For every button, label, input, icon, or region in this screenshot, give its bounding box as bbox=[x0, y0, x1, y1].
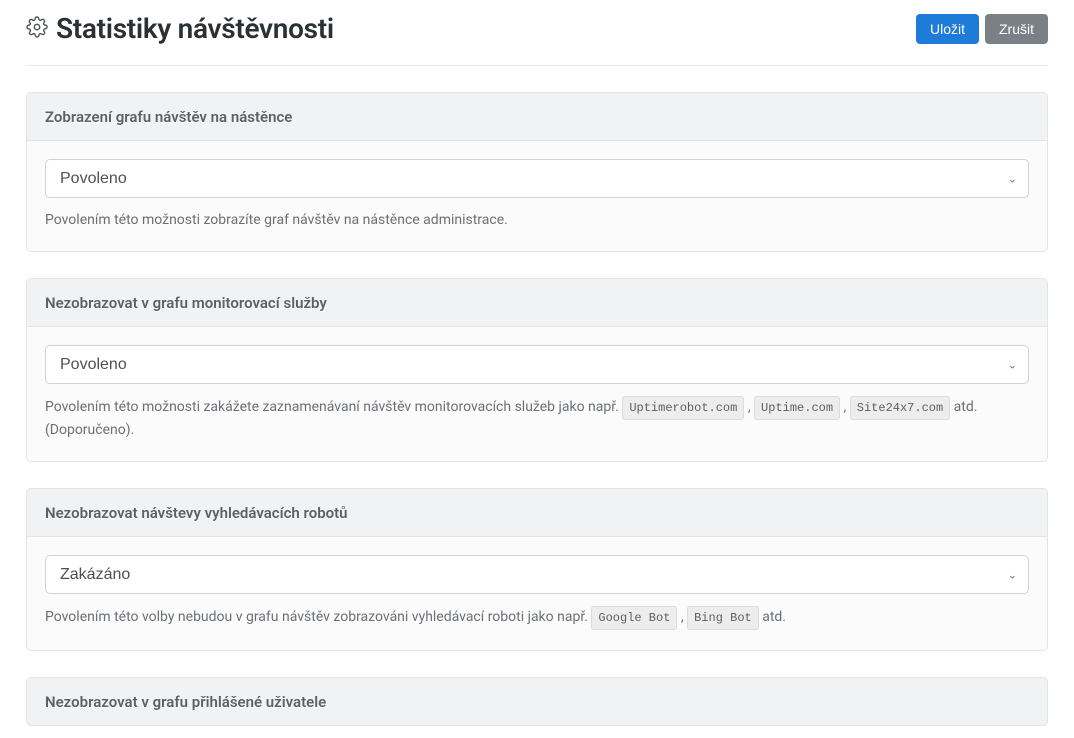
panel-title: Nezobrazovat v grafu monitorovací služby bbox=[45, 294, 327, 312]
help-prefix: Povolením této možnosti zakážete zazname… bbox=[45, 399, 622, 415]
help-text: Povolením této možnosti zakážete zazname… bbox=[45, 396, 1029, 441]
page-title: Statistiky návštěvnosti bbox=[56, 12, 334, 45]
panel-search-bots: Nezobrazovat návštevy vyhledávacích robo… bbox=[26, 488, 1048, 651]
panel-header: Nezobrazovat v grafu monitorovací služby bbox=[27, 279, 1047, 327]
service-tag: Site24x7.com bbox=[850, 396, 950, 420]
header-buttons: Uložit Zrušit bbox=[916, 14, 1048, 44]
service-tag: Uptime.com bbox=[754, 396, 840, 420]
select-wrap: Zakázáno ⌄ bbox=[45, 555, 1029, 594]
page-header: Statistiky návštěvnosti Uložit Zrušit bbox=[26, 12, 1048, 66]
panel-body: Povoleno ⌄ Povolením této možnosti zobra… bbox=[27, 141, 1047, 251]
panel-title: Zobrazení grafu návštěv na nástěnce bbox=[45, 108, 292, 126]
monitoring-services-select[interactable]: Povoleno bbox=[45, 345, 1029, 384]
gear-icon bbox=[26, 16, 48, 42]
help-prefix: Povolením této volby nebudou v grafu náv… bbox=[45, 609, 591, 625]
panel-monitoring-services: Nezobrazovat v grafu monitorovací služby… bbox=[26, 278, 1048, 462]
service-tag: Uptimerobot.com bbox=[622, 396, 744, 420]
panel-title: Nezobrazovat návštevy vyhledávacích robo… bbox=[45, 504, 348, 522]
cancel-button[interactable]: Zrušit bbox=[985, 14, 1048, 44]
panel-header: Zobrazení grafu návštěv na nástěnce bbox=[27, 93, 1047, 141]
panel-header: Nezobrazovat v grafu přihlášené uživatel… bbox=[27, 678, 1047, 725]
select-wrap: Povoleno ⌄ bbox=[45, 159, 1029, 198]
search-bots-select[interactable]: Zakázáno bbox=[45, 555, 1029, 594]
help-text: Povolením této možnosti zobrazíte graf n… bbox=[45, 210, 1029, 231]
save-button[interactable]: Uložit bbox=[916, 14, 979, 44]
help-prefix: Povolením této možnosti zobrazíte graf n… bbox=[45, 212, 508, 228]
panel-body: Zakázáno ⌄ Povolením této volby nebudou … bbox=[27, 537, 1047, 650]
page-title-wrap: Statistiky návštěvnosti bbox=[26, 12, 334, 45]
panel-dashboard-graph: Zobrazení grafu návštěv na nástěnce Povo… bbox=[26, 92, 1048, 252]
help-suffix: atd. bbox=[762, 609, 786, 625]
select-wrap: Povoleno ⌄ bbox=[45, 345, 1029, 384]
panel-header: Nezobrazovat návštevy vyhledávacích robo… bbox=[27, 489, 1047, 537]
panel-body: Povoleno ⌄ Povolením této možnosti zakáž… bbox=[27, 327, 1047, 461]
panel-title: Nezobrazovat v grafu přihlášené uživatel… bbox=[45, 693, 326, 711]
dashboard-graph-select[interactable]: Povoleno bbox=[45, 159, 1029, 198]
panel-logged-in-users: Nezobrazovat v grafu přihlášené uživatel… bbox=[26, 677, 1048, 726]
